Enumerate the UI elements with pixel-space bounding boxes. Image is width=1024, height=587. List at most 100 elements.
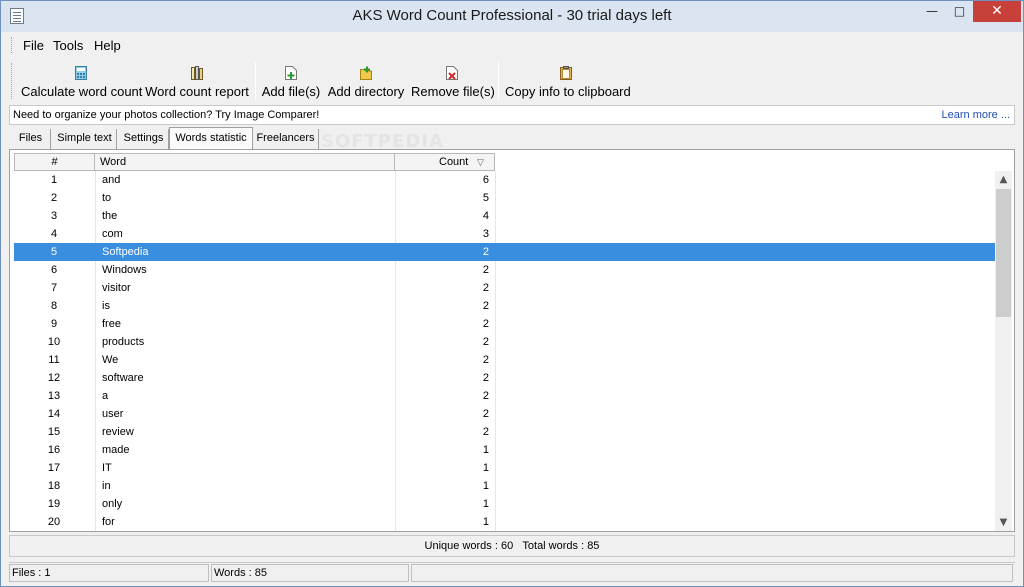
row-number: 15 — [47, 426, 61, 438]
menu-grip-icon — [11, 37, 14, 53]
table-row[interactable]: 5 Softpedia 2 — [14, 243, 995, 261]
table-row[interactable]: 3 the 4 — [14, 207, 995, 225]
row-number: 18 — [47, 480, 61, 492]
column-header-count-label: Count — [439, 156, 469, 168]
remove-file-icon — [446, 66, 458, 80]
scroll-down-icon[interactable]: ▼ — [995, 514, 1012, 531]
menu-file[interactable]: File — [23, 38, 44, 53]
calculate-word-count-button[interactable]: Calculate word count — [21, 61, 142, 101]
table-row[interactable]: 14 user 2 — [14, 405, 995, 423]
column-header-number[interactable]: # — [14, 153, 95, 171]
row-number: 10 — [47, 336, 61, 348]
row-word: is — [102, 300, 110, 312]
row-word: a — [102, 390, 109, 402]
table-row[interactable]: 10 products 2 — [14, 333, 995, 351]
word-count-report-button[interactable]: Word count report — [145, 61, 249, 101]
summary-bar: Unique words : 60 Total words : 85 — [9, 535, 1015, 557]
window-title: AKS Word Count Professional - 30 trial d… — [352, 7, 672, 24]
table-row[interactable]: 1 and 6 — [14, 171, 995, 189]
row-number: 20 — [47, 516, 61, 528]
column-header-word[interactable]: Word — [95, 153, 395, 171]
tab-freelancers[interactable]: Freelancers — [253, 129, 319, 149]
table-row[interactable]: 9 free 2 — [14, 315, 995, 333]
table-row[interactable]: 7 visitor 2 — [14, 279, 995, 297]
row-count: 4 — [482, 210, 489, 222]
word-count-report-label: Word count report — [145, 84, 249, 99]
table-row[interactable]: 18 in 1 — [14, 477, 995, 495]
row-number: 12 — [47, 372, 61, 384]
table-row[interactable]: 11 We 2 — [14, 351, 995, 369]
tab-files[interactable]: Files — [11, 129, 51, 149]
scroll-up-icon[interactable]: ▲ — [995, 171, 1012, 188]
row-number: 1 — [50, 174, 58, 186]
row-number: 17 — [47, 462, 61, 474]
add-directory-label: Add directory — [327, 84, 405, 99]
scrollbar-thumb[interactable] — [996, 189, 1011, 317]
row-word: We — [102, 354, 119, 366]
column-header-count[interactable]: Count ▽ — [395, 153, 495, 171]
row-count: 2 — [482, 300, 489, 312]
remove-files-label: Remove file(s) — [411, 84, 495, 99]
toolbar-grip-icon — [11, 63, 14, 99]
menu-help[interactable]: Help — [94, 38, 121, 53]
toolbar-separator — [255, 62, 256, 100]
add-files-label: Add file(s) — [261, 84, 321, 99]
table-row[interactable]: 2 to 5 — [14, 189, 995, 207]
maximize-button[interactable]: □ — [946, 1, 973, 22]
row-number: 3 — [50, 210, 58, 222]
row-count: 2 — [482, 282, 489, 294]
tab-words-statistic[interactable]: Words statistic — [169, 127, 253, 150]
row-count: 5 — [482, 192, 489, 204]
row-number: 6 — [50, 264, 58, 276]
row-count: 3 — [482, 228, 489, 240]
copy-info-to-clipboard-label: Copy info to clipboard — [505, 84, 631, 99]
row-count: 1 — [482, 516, 489, 528]
row-word: com — [102, 228, 123, 240]
table-row[interactable]: 4 com 3 — [14, 225, 995, 243]
row-count: 2 — [482, 372, 489, 384]
row-count: 2 — [482, 354, 489, 366]
table-row[interactable]: 19 only 1 — [14, 495, 995, 513]
row-number: 11 — [48, 354, 60, 366]
table-row[interactable]: 12 software 2 — [14, 369, 995, 387]
status-bar: Files : 1 Words : 85 — [9, 562, 1015, 582]
toolbar-separator — [498, 62, 499, 100]
row-count: 1 — [482, 498, 489, 510]
row-number: 9 — [50, 318, 58, 330]
table-row[interactable]: 13 a 2 — [14, 387, 995, 405]
minimize-button[interactable]: — — [918, 1, 946, 22]
tab-simple-text[interactable]: Simple text — [53, 129, 117, 149]
row-count: 2 — [482, 264, 489, 276]
row-number: 19 — [47, 498, 61, 510]
row-word: review — [102, 426, 134, 438]
copy-info-to-clipboard-button[interactable]: Copy info to clipboard — [505, 61, 631, 101]
table-row[interactable]: 17 IT 1 — [14, 459, 995, 477]
table-row[interactable]: 16 made 1 — [14, 441, 995, 459]
table-row[interactable]: 8 is 2 — [14, 297, 995, 315]
learn-more-link[interactable]: Learn more ... — [942, 109, 1010, 121]
status-files: Files : 1 — [9, 564, 209, 582]
menu-tools[interactable]: Tools — [53, 38, 83, 53]
row-count: 2 — [482, 246, 489, 258]
add-files-button[interactable]: Add file(s) — [261, 61, 321, 101]
vertical-scrollbar[interactable]: ▲ ▼ — [995, 171, 1012, 531]
row-word: IT — [102, 462, 112, 474]
toolbar: Calculate word count Word count report A… — [9, 59, 1015, 103]
title-bar[interactable]: AKS Word Count Professional - 30 trial d… — [1, 1, 1023, 32]
add-directory-button[interactable]: Add directory — [327, 61, 405, 101]
table-row[interactable]: 20 for 1 — [14, 513, 995, 531]
tab-settings[interactable]: Settings — [119, 129, 169, 149]
word-table-body: 1 and 6 2 to 5 3 the 4 4 com 3 5 Softpedia 2 6 Windows 2 7… — [14, 171, 995, 531]
row-word: only — [102, 498, 123, 510]
close-button[interactable]: ✕ — [973, 1, 1021, 22]
table-row[interactable]: 6 Windows 2 — [14, 261, 995, 279]
row-count: 2 — [482, 426, 489, 438]
promo-text: Need to organize your photos collection?… — [13, 109, 320, 121]
row-word: in — [102, 480, 111, 492]
table-row[interactable]: 15 review 2 — [14, 423, 995, 441]
row-count: 2 — [482, 336, 489, 348]
remove-files-button[interactable]: Remove file(s) — [411, 61, 495, 101]
row-number: 13 — [47, 390, 61, 402]
add-folder-icon — [360, 66, 372, 80]
row-word: software — [102, 372, 144, 384]
